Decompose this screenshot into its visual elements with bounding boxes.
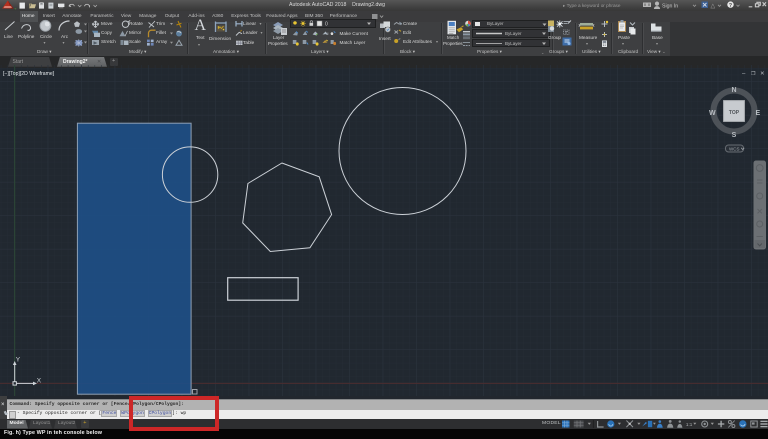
svg-text:Y: Y <box>16 357 21 364</box>
svg-text:W: W <box>709 110 716 117</box>
svg-text:E: E <box>755 110 760 117</box>
svg-text:WCS: WCS <box>729 146 740 151</box>
svg-text:S: S <box>732 131 737 138</box>
svg-text:1:1: 1:1 <box>686 422 693 427</box>
svg-text:X: X <box>37 378 42 385</box>
svg-text:TOP: TOP <box>729 110 740 116</box>
svg-text:N: N <box>731 87 736 94</box>
svg-text:0: 0 <box>325 21 328 27</box>
